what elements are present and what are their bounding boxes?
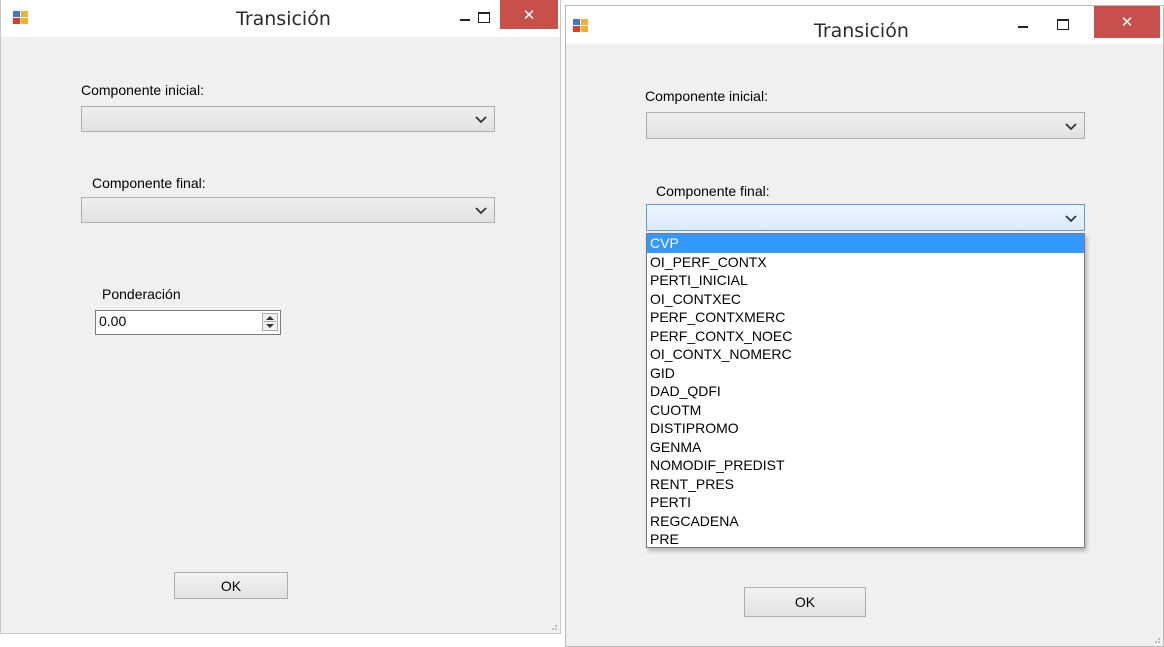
dropdown-item[interactable]: OI_CONTX_NOMERC bbox=[647, 345, 1084, 364]
weighting-numeric-input[interactable]: 0.00 bbox=[95, 310, 281, 335]
close-button[interactable]: ✕ bbox=[500, 0, 558, 29]
spin-up-icon[interactable] bbox=[266, 316, 274, 320]
close-icon: ✕ bbox=[1120, 13, 1134, 31]
maximize-icon bbox=[1057, 18, 1069, 30]
initial-component-combobox[interactable] bbox=[646, 112, 1085, 139]
spin-buttons[interactable] bbox=[262, 313, 278, 331]
dropdown-item[interactable]: CVP bbox=[647, 234, 1084, 253]
final-component-label: Componente final: bbox=[656, 183, 770, 199]
chevron-down-icon bbox=[475, 207, 487, 215]
chevron-down-icon bbox=[1065, 214, 1077, 222]
dropdown-item[interactable]: GID bbox=[647, 364, 1084, 383]
minimize-button[interactable] bbox=[1006, 10, 1040, 38]
dropdown-item[interactable]: PERTI bbox=[647, 493, 1084, 512]
ok-button[interactable]: OK bbox=[744, 587, 866, 617]
title-bar[interactable]: Transición ✕ bbox=[566, 6, 1163, 44]
initial-component-label: Componente inicial: bbox=[81, 82, 204, 98]
final-component-dropdown-list[interactable]: CVP OI_PERF_CONTX PERTI_INICIAL OI_CONTXEC P… bbox=[646, 233, 1085, 548]
chevron-down-icon bbox=[1065, 122, 1077, 130]
dropdown-item[interactable]: DAD_QDFI bbox=[647, 382, 1084, 401]
close-icon: ✕ bbox=[522, 5, 536, 24]
dropdown-item[interactable]: PRE bbox=[647, 530, 1084, 549]
final-component-label: Componente final: bbox=[92, 175, 206, 191]
dropdown-item[interactable]: PERF_CONTX_NOEC bbox=[647, 327, 1084, 346]
weighting-value[interactable]: 0.00 bbox=[99, 313, 126, 329]
dropdown-item[interactable]: GENMA bbox=[647, 438, 1084, 457]
window-title: Transición bbox=[236, 8, 331, 30]
maximize-button[interactable] bbox=[467, 4, 501, 30]
spin-down-icon[interactable] bbox=[266, 324, 274, 328]
minimize-icon bbox=[1018, 26, 1028, 28]
dropdown-item[interactable]: DISTIPROMO bbox=[647, 419, 1084, 438]
ok-button[interactable]: OK bbox=[174, 572, 288, 599]
close-button[interactable]: ✕ bbox=[1094, 6, 1160, 38]
dropdown-item[interactable]: PERF_CONTXMERC bbox=[647, 308, 1084, 327]
dropdown-item[interactable]: PERTI_INICIAL bbox=[647, 271, 1084, 290]
dropdown-item[interactable]: NOMODIF_PREDIST bbox=[647, 456, 1084, 475]
dropdown-item[interactable]: RENT_PRES bbox=[647, 475, 1084, 494]
app-icon bbox=[573, 19, 589, 33]
dropdown-item[interactable]: CUOTM bbox=[647, 401, 1084, 420]
dialog-window-right: Transición ✕ Componente inicial: Compone… bbox=[565, 5, 1164, 647]
initial-component-combobox[interactable] bbox=[81, 106, 495, 132]
final-component-combobox[interactable] bbox=[81, 197, 495, 223]
title-bar[interactable]: Transición ✕ bbox=[1, 0, 560, 37]
dropdown-item[interactable]: OI_PERF_CONTX bbox=[647, 253, 1084, 272]
app-icon bbox=[13, 11, 29, 25]
resize-grip-icon[interactable] bbox=[548, 621, 558, 631]
initial-component-label: Componente inicial: bbox=[645, 88, 768, 104]
dropdown-item[interactable]: OI_CONTXEC bbox=[647, 290, 1084, 309]
maximize-button[interactable] bbox=[1046, 10, 1080, 38]
resize-grip-icon[interactable] bbox=[1151, 634, 1161, 644]
final-component-combobox[interactable] bbox=[646, 204, 1085, 231]
maximize-icon bbox=[478, 11, 490, 23]
chevron-down-icon bbox=[475, 116, 487, 124]
window-title: Transición bbox=[814, 20, 909, 42]
weighting-label: Ponderación bbox=[102, 286, 181, 302]
dialog-window-left: Transición ✕ Componente inicial: Compone… bbox=[0, 0, 561, 634]
dropdown-item[interactable]: REGCADENA bbox=[647, 512, 1084, 531]
